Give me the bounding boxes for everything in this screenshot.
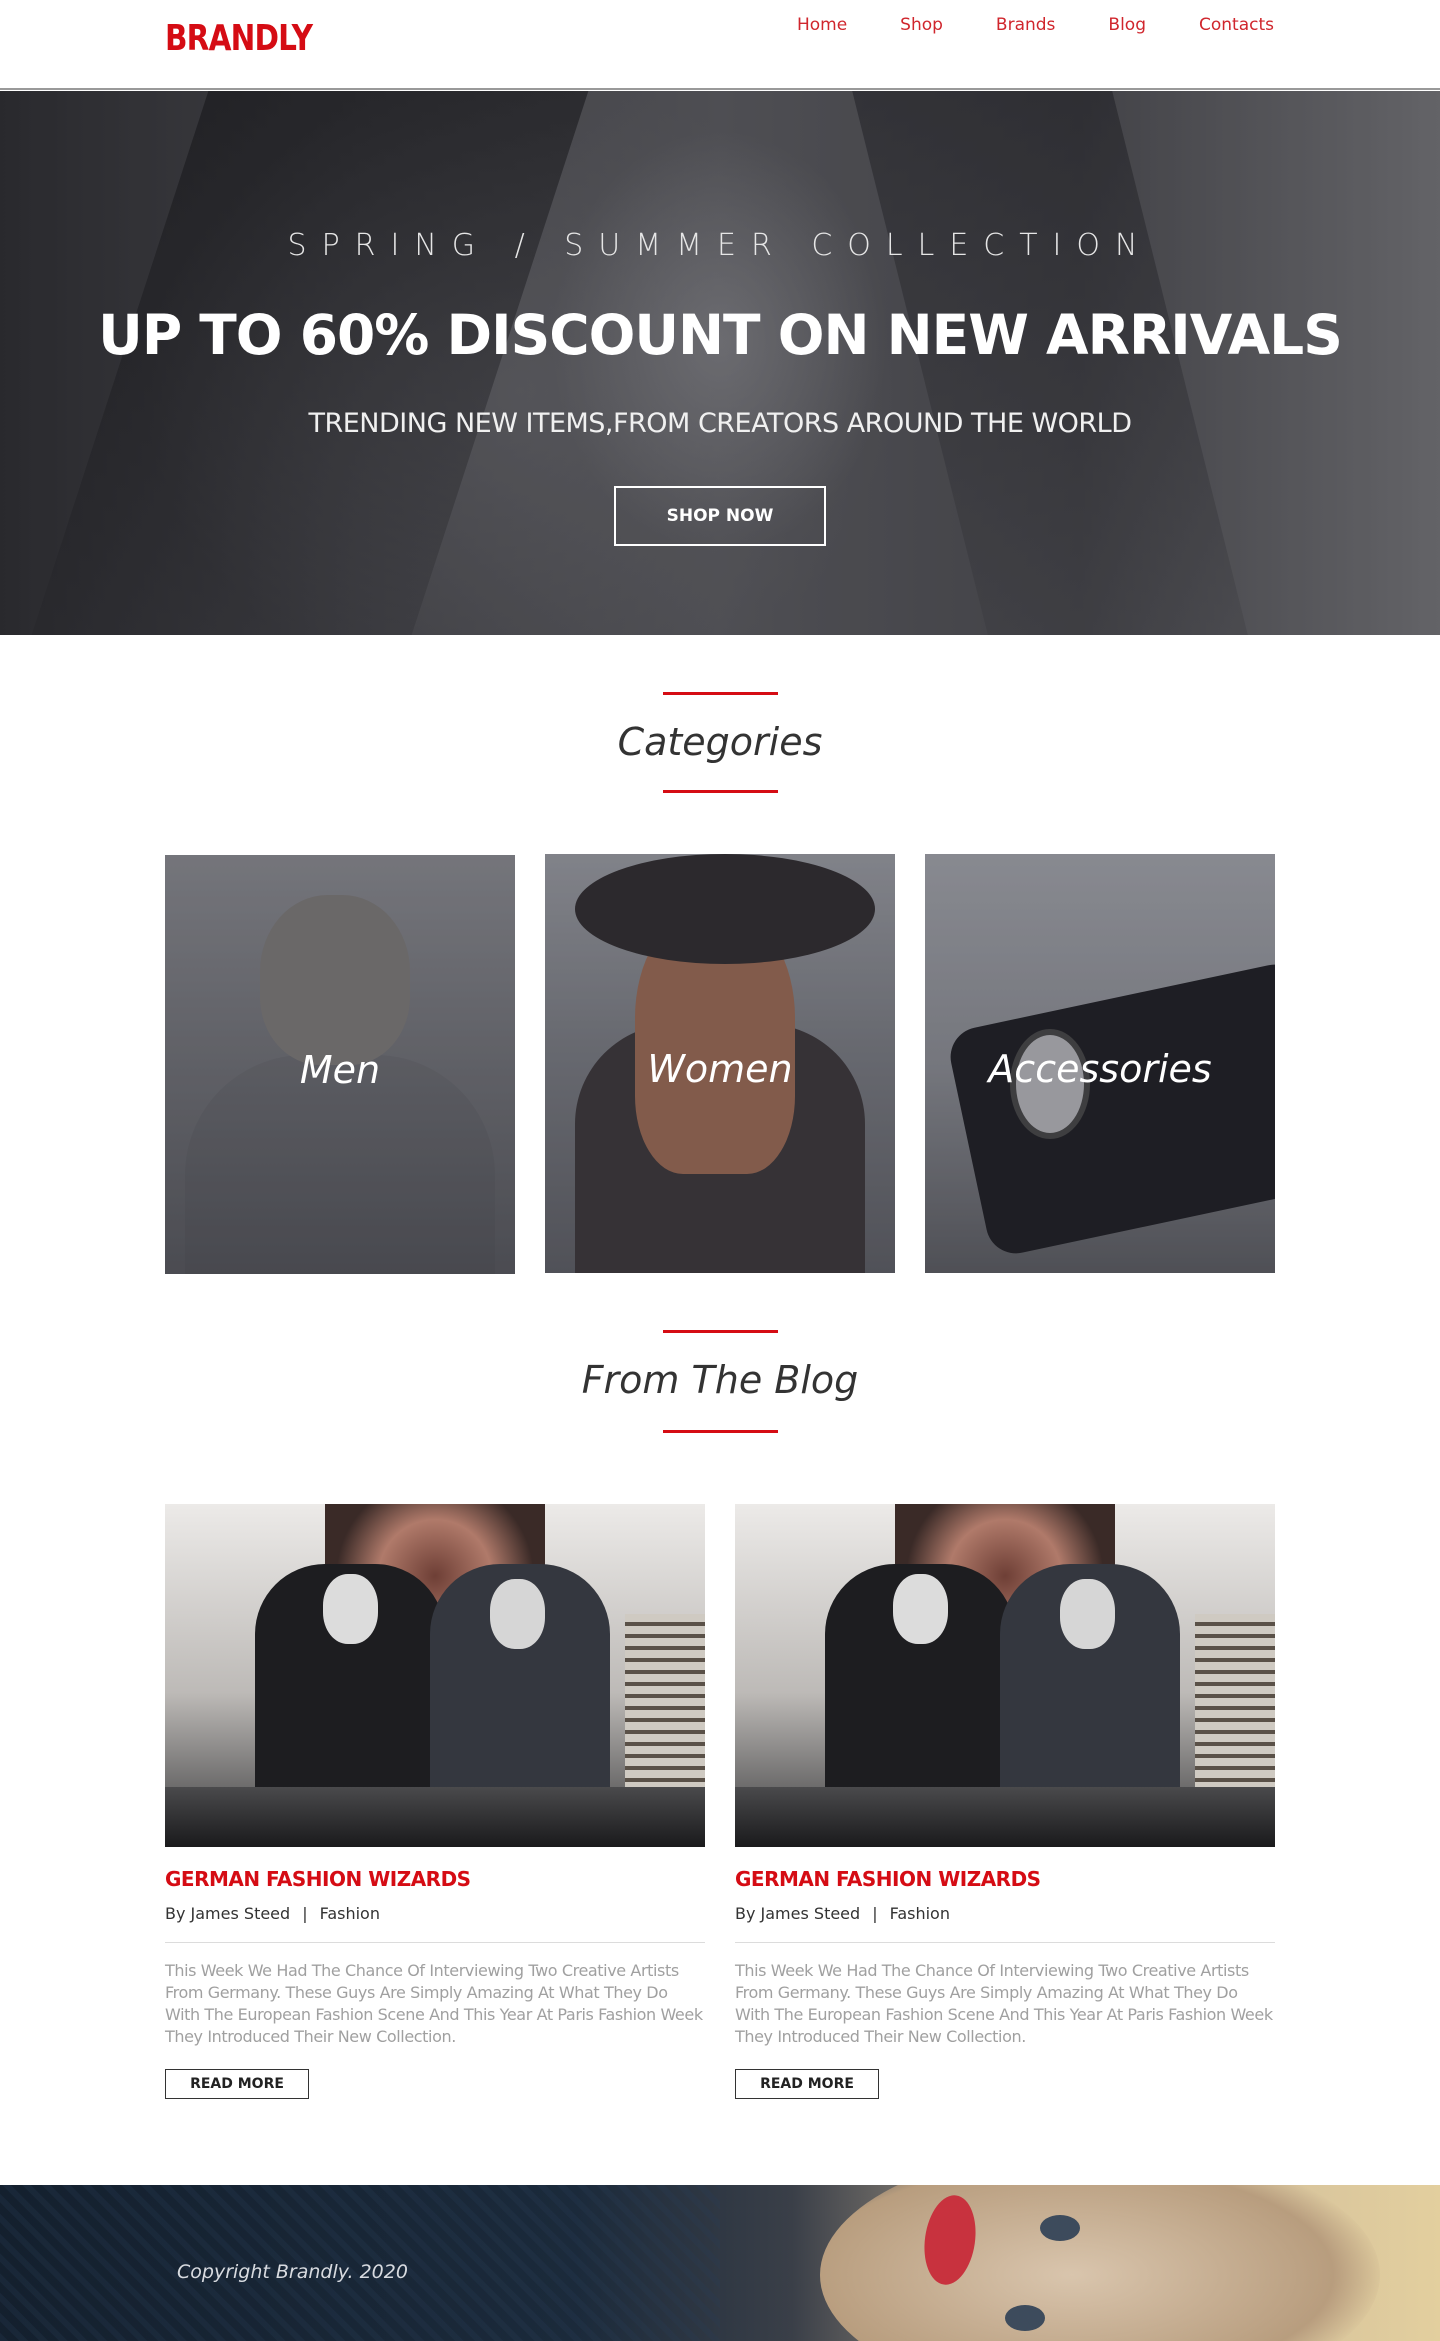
image-floor (735, 1787, 1275, 1847)
nav-item-contacts[interactable]: Contacts (1199, 15, 1274, 35)
categories-heading-line-top (663, 692, 778, 695)
shop-now-button[interactable]: SHOP NOW (614, 486, 826, 546)
blog-post-divider (165, 1942, 705, 1943)
image-mask-left (893, 1574, 948, 1644)
image-shelf (1195, 1614, 1275, 1794)
blog-post-divider (735, 1942, 1275, 1943)
blog-post-excerpt: This Week We Had The Chance Of Interview… (735, 1961, 1273, 2046)
blog-heading-line-top (663, 1330, 778, 1333)
image-mask-right (1060, 1579, 1115, 1649)
site-footer: Copyright Brandly. 2020 (0, 2185, 1440, 2341)
nav-item-shop[interactable]: Shop (900, 15, 943, 35)
nav-item-brands[interactable]: Brands (996, 15, 1056, 35)
blog-post-excerpt: This Week We Had The Chance Of Interview… (165, 1961, 703, 2046)
blog-heading-line-bottom (663, 1430, 778, 1433)
category-card-men[interactable]: Men (165, 855, 515, 1274)
category-card-accessories[interactable]: Accessories (925, 854, 1275, 1273)
image-floor (165, 1787, 705, 1847)
post-category[interactable]: Fashion (890, 1904, 950, 1923)
image-mask-left (323, 1574, 378, 1644)
image-mask-right (490, 1579, 545, 1649)
meta-separator: | (302, 1904, 308, 1923)
meta-separator: | (872, 1904, 878, 1923)
categories-heading-line-bottom (663, 790, 778, 793)
footer-image-face (820, 2185, 1380, 2341)
read-more-button[interactable]: READ MORE (165, 2069, 309, 2099)
footer-image-eye (1040, 2215, 1080, 2241)
categories-heading: Categories (617, 720, 823, 764)
hero-title: UP TO 60% DISCOUNT ON NEW ARRIVALS (98, 303, 1343, 367)
post-author: By James Steed (735, 1904, 861, 1923)
nav-item-blog[interactable]: Blog (1108, 15, 1146, 35)
blog-post-title[interactable]: GERMAN FASHION WIZARDS (735, 1867, 1041, 1891)
footer-image-eye (1005, 2305, 1045, 2331)
post-author: By James Steed (165, 1904, 291, 1923)
category-label-men: Men (299, 1048, 381, 1092)
category-card-women[interactable]: Women (545, 854, 895, 1273)
image-shelf (625, 1614, 705, 1794)
blog-post-image[interactable] (165, 1504, 705, 1847)
copyright-text: Copyright Brandly. 2020 (177, 2261, 408, 2283)
post-category[interactable]: Fashion (320, 1904, 380, 1923)
nav-item-home[interactable]: Home (797, 15, 847, 35)
category-label-accessories: Accessories (988, 1047, 1212, 1091)
hero-banner: SPRING / SUMMER COLLECTION UP TO 60% DIS… (0, 91, 1440, 635)
read-more-button[interactable]: READ MORE (735, 2069, 879, 2099)
brand-logo[interactable]: BRANDLY (165, 18, 313, 59)
blog-post-title[interactable]: GERMAN FASHION WIZARDS (165, 1867, 471, 1891)
blog-heading: From The Blog (581, 1358, 859, 1402)
site-header: BRANDLY Home Shop Brands Blog Contacts (0, 0, 1440, 90)
blog-post-meta: By James Steed | Fashion (165, 1904, 380, 1923)
blog-post-meta: By James Steed | Fashion (735, 1904, 950, 1923)
category-label-women: Women (647, 1047, 793, 1091)
hero-tagline: TRENDING NEW ITEMS,FROM CREATORS AROUND … (308, 408, 1132, 439)
hero-subtitle: SPRING / SUMMER COLLECTION (287, 228, 1153, 263)
blog-post-image[interactable] (735, 1504, 1275, 1847)
main-nav: Home Shop Brands Blog Contacts (797, 15, 1274, 35)
